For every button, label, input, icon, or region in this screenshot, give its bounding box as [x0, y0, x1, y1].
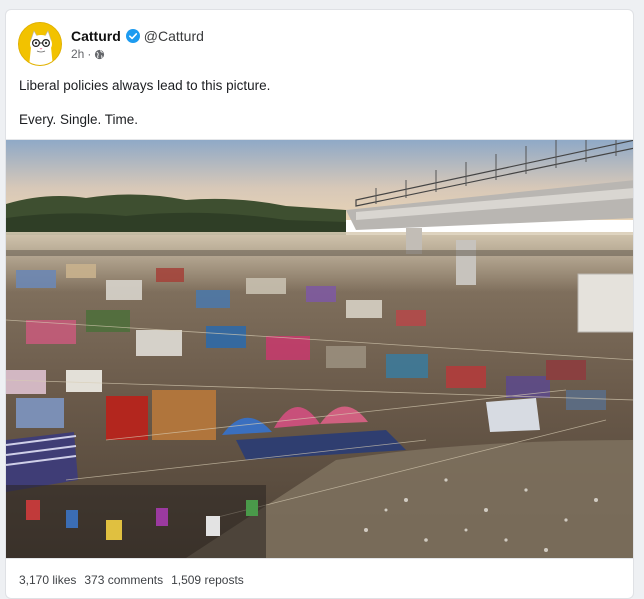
author-name-row: Catturd @Catturd — [71, 27, 204, 45]
post-time[interactable]: 2h — [71, 47, 84, 61]
post-text-line-2: Every. Single. Time. — [19, 112, 139, 127]
meta-separator: · — [87, 47, 92, 61]
author-avatar[interactable] — [18, 22, 62, 66]
comments-count[interactable]: 373 comments — [84, 573, 163, 587]
author-meta: Catturd @Catturd 2h · — [71, 27, 204, 61]
post-time-row: 2h · — [71, 47, 204, 61]
reposts-count[interactable]: 1,509 reposts — [171, 573, 244, 587]
author-name[interactable]: Catturd — [71, 27, 121, 45]
encampment-under-bridge-image — [6, 140, 633, 558]
verified-badge-icon — [125, 29, 140, 43]
post-photo[interactable] — [6, 139, 633, 559]
post-header: Catturd @Catturd 2h · — [18, 21, 204, 67]
post-stats: 3,170 likes 373 comments 1,509 reposts — [19, 573, 244, 587]
author-handle[interactable]: @Catturd — [144, 27, 204, 45]
likes-count[interactable]: 3,170 likes — [19, 573, 76, 587]
globe-icon — [95, 49, 105, 59]
post-card: Catturd @Catturd 2h · Liberal policies a… — [5, 9, 634, 599]
post-text-line-1: Liberal policies always lead to this pic… — [19, 78, 271, 93]
cat-avatar-icon — [19, 23, 61, 65]
post-body: Liberal policies always lead to this pic… — [19, 77, 270, 128]
